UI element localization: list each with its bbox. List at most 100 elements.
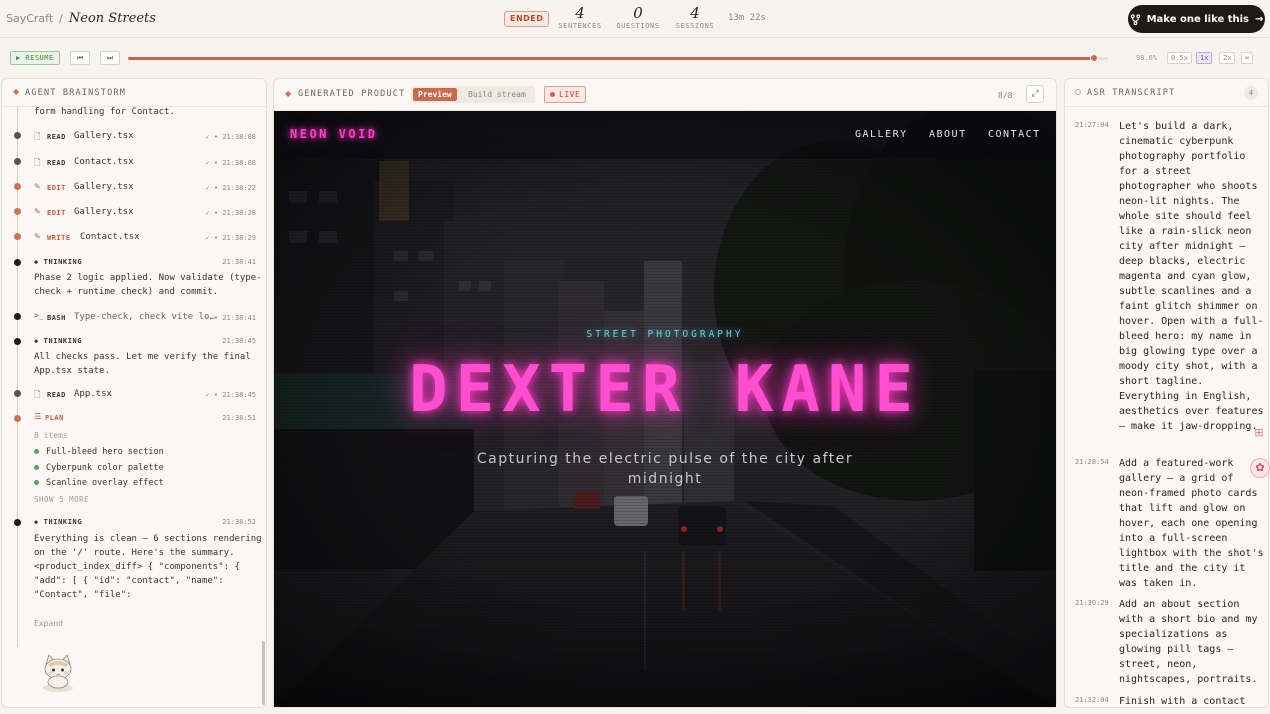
thinking-block: ◆ THINKING 21:38:45 All checks pass. Let… (2, 335, 266, 381)
tab-build-stream[interactable]: Build stream (463, 88, 531, 101)
tool-verb: EDIT (47, 209, 66, 217)
expand-icon[interactable]: ⤢ (1026, 85, 1044, 103)
tool-file: App.tsx (74, 389, 112, 399)
thinking-label: ◆ THINKING (34, 258, 83, 266)
tool-timestamp: 21:38:45 (222, 391, 256, 399)
skip-forward-button[interactable]: ⏭ (100, 51, 120, 65)
playback-progress-fill (128, 57, 1095, 60)
tool-row[interactable]: ✎ EDIT Gallery.tsx ✓ • 21:38:28 (2, 205, 266, 225)
transcript-count-badge: 4 (1244, 86, 1258, 100)
panel-header: ASR TRANSCRIPT 4 (1065, 79, 1268, 107)
show-more-button[interactable]: SHOW 5 MORE (34, 495, 89, 504)
speed-option-0.5x[interactable]: 0.5x (1167, 52, 1192, 64)
tool-file: Gallery.tsx (74, 182, 134, 192)
breadcrumb-separator: / (59, 12, 63, 25)
thinking-label: ◆ THINKING (34, 518, 83, 526)
timeline-dot (14, 313, 21, 320)
tool-timestamp: 21:38:22 (222, 184, 256, 192)
tool-verb: BASH (47, 314, 66, 322)
grid-plus-icon[interactable]: ⊞ (1250, 424, 1268, 442)
live-badge: LIVE (544, 86, 587, 103)
stat-label: SESSIONS (675, 22, 715, 30)
check-dot-icon (34, 449, 39, 454)
check-dot-icon (34, 465, 39, 470)
site-preview[interactable]: NEON VOID GALLERY ABOUT CONTACT STREET P… (274, 111, 1056, 707)
transcript-text: Let's build a dark, cinematic cyberpunk … (1119, 121, 1264, 432)
stat-questions: 0 QUESTIONS (614, 4, 662, 31)
thinking-label: ◆ THINKING (34, 337, 83, 345)
list-icon: ☰ (34, 412, 42, 421)
plan-item-text: Cyberpunk color palette (46, 463, 164, 473)
project-name: Neon Streets (68, 11, 156, 26)
tool-verb: READ (47, 133, 66, 141)
stat-label: QUESTIONS (616, 22, 660, 30)
make-one-like-this-button[interactable]: Make one like this → (1128, 5, 1265, 33)
stat-value: 0 (633, 4, 643, 22)
tool-time: ✓ • 21:38:45 (205, 391, 256, 399)
tool-verb: WRITE (47, 234, 71, 242)
timeline-dot (14, 183, 21, 190)
pencil-icon: ✎ (34, 182, 41, 191)
timeline-dot (14, 415, 21, 422)
tool-time: ✓ • 21:38:22 (205, 184, 256, 192)
thinking-text: Phase 2 logic applied. Now validate (typ… (34, 273, 262, 297)
tool-time: ✓ • 21:38:41 (205, 314, 256, 322)
tool-row[interactable]: ✎ EDIT Gallery.tsx ✓ • 21:38:22 (2, 180, 266, 200)
session-duration: 13m 22s (728, 13, 766, 23)
status-badge: ENDED (504, 11, 550, 27)
timeline-dot (14, 208, 21, 215)
pencil-icon: ✎ (34, 232, 41, 241)
playback-scrubber[interactable] (128, 54, 1108, 62)
top-bar: SayCraft / Neon Streets ENDED 4 SENTENCES … (0, 0, 1270, 38)
tool-row[interactable]: 🗋 READ App.tsx ✓ • 21:38:45 (2, 387, 266, 407)
timeline-dot (14, 390, 21, 397)
tool-time: ✓ • 21:38:08 (205, 133, 256, 141)
tool-row[interactable]: 🗋 READ Gallery.tsx ✓ • 21:38:08 (2, 129, 266, 149)
scrollbar[interactable] (262, 641, 265, 705)
expand-button[interactable]: Expand (34, 619, 63, 628)
site-nav-about[interactable]: ABOUT (929, 129, 967, 140)
plan-time: 21:38:51 (222, 414, 256, 422)
panel-header: ◆ AGENT BRAINSTORM (2, 79, 266, 107)
speed-option-2x[interactable]: 2x (1219, 52, 1236, 64)
tool-timestamp: 21:38:08 (222, 159, 256, 167)
resume-button[interactable]: ▶ RESUME (10, 51, 60, 65)
make-button-label: Make one like this (1146, 13, 1249, 25)
transcript-time: 21:32:04 (1075, 696, 1109, 704)
tool-row[interactable]: ✎ WRITE Contact.tsx ✓ • 21:38:29 (2, 230, 266, 250)
terminal-icon: >_ (34, 311, 44, 320)
accessibility-icon[interactable]: ✿ (1250, 458, 1270, 478)
tool-row[interactable]: 🗋 READ Contact.tsx ✓ • 21:38:08 (2, 155, 266, 175)
thinking-block: ◆ THINKING 21:38:52 Everything is clean … (2, 516, 266, 636)
tool-file: Contact.tsx (80, 232, 140, 242)
skip-back-button[interactable]: ⏮ (70, 51, 90, 65)
thinking-block: ◆ THINKING 21:38:41 Phase 2 logic applie… (2, 256, 266, 302)
tool-row[interactable]: >_ BASH Type-check, check vite lo… ✓ • 2… (2, 310, 266, 330)
transcript-text: Add an about section with a short bio an… (1119, 599, 1258, 685)
live-dot-icon (550, 92, 555, 97)
playback-bar: ▶ RESUME ⏮ ⏭ 98.6% 0.5x 1x 2x ∞ (0, 46, 1270, 70)
playback-handle[interactable] (1090, 54, 1099, 62)
pencil-icon: ✎ (34, 207, 41, 216)
transcript-text: Add a featured-work gallery — a grid of … (1119, 458, 1264, 589)
cat-mascot-icon (43, 654, 73, 692)
tool-timestamp: 21:38:41 (222, 314, 256, 322)
speed-option-infinite[interactable]: ∞ (1241, 52, 1254, 64)
stat-value: 4 (690, 4, 700, 22)
site-nav-contact[interactable]: CONTACT (988, 129, 1041, 140)
timeline-dot (14, 338, 21, 345)
app-name[interactable]: SayCraft (6, 12, 53, 25)
timeline-dot (14, 132, 21, 139)
site-logo[interactable]: NEON VOID (290, 127, 378, 141)
speed-option-1x[interactable]: 1x (1196, 52, 1213, 64)
hero-headline: DEXTER KANE (409, 353, 921, 427)
file-icon: 🗋 (34, 390, 41, 399)
tool-status: ✓ • (205, 234, 219, 242)
tab-preview[interactable]: Preview (413, 88, 457, 101)
transcript-time: 21:27:04 (1075, 121, 1109, 129)
tool-time: ✓ • 21:38:29 (205, 234, 256, 242)
site-nav-gallery[interactable]: GALLERY (855, 129, 908, 140)
truncated-message: form handling for Contact. (34, 107, 175, 117)
tool-status: ✓ • (205, 184, 219, 192)
tool-file: Gallery.tsx (74, 207, 134, 217)
